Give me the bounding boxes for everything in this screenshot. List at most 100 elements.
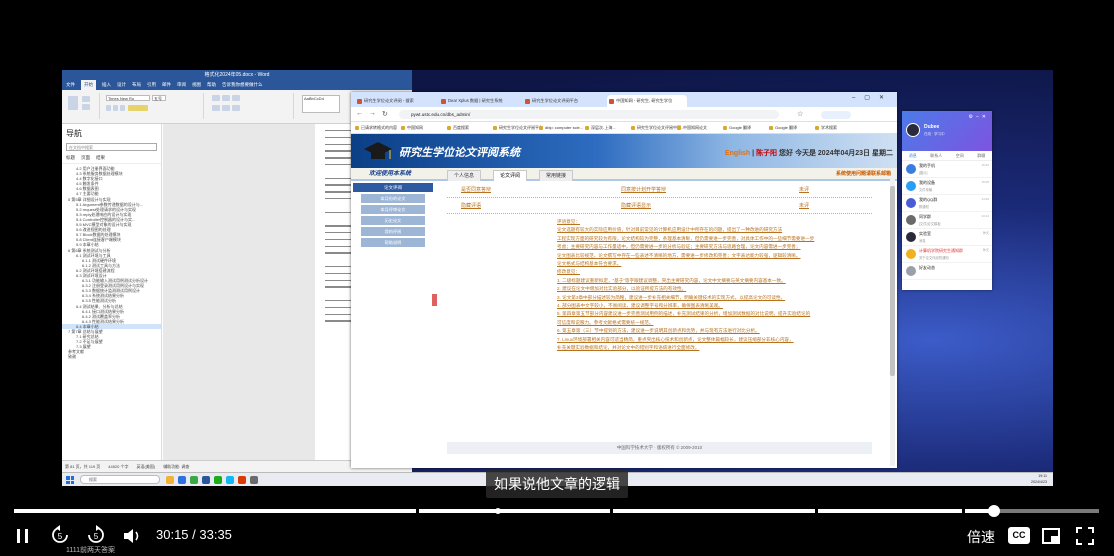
review-site: 研究生学位论文评阅系统 English | 陈子阳 您好 今天是 2024年04… — [351, 134, 897, 468]
word-tab: 布局 — [132, 82, 141, 87]
qq-list-item: 我的QQ群 群通知 14:30 — [902, 195, 992, 212]
nav-tabs: 标题 页面 结果 — [62, 153, 161, 164]
sidebar-collapse-handle — [432, 294, 437, 306]
forward-5s-icon[interactable]: 5 — [86, 525, 106, 545]
last-message: 消息 — [919, 239, 926, 243]
highlight-icon — [128, 105, 148, 111]
nav-search-input: 在文档中搜索 — [66, 143, 157, 151]
review-line: 5. 第四章第五节部分内容建议进一步完善测试用例的描述，补充测试结果的分析，增加… — [557, 311, 811, 317]
clock-date: 2024/4/23 — [1031, 479, 1047, 484]
browser-tab: 研究生学位论文评阅 - 搜索 — [355, 95, 435, 107]
graduation-cap-icon — [364, 142, 392, 159]
bookmark-item: Google 翻译 — [769, 124, 797, 132]
contact-name: 好友动态 — [919, 265, 935, 270]
message-time: 13:12 — [981, 214, 989, 218]
align-center-icon — [222, 105, 230, 111]
bold-icon — [106, 105, 111, 111]
qq-tabs: 消息 联系人 空间 群聊 — [902, 151, 992, 161]
review-line: 3. 论文第3章中部分描述较为简略，建议进一步补充相关细节，明确关键技术的实现方… — [557, 294, 786, 300]
font-name-box: Times New Ro — [106, 95, 150, 101]
qq-list-item: 好友动态 — [902, 263, 992, 280]
row-value: 隐藏评语显示 — [621, 203, 652, 209]
word-tab: 帮助 — [207, 82, 216, 87]
progress-bar[interactable] — [14, 505, 1102, 517]
site-footer: 中国科学技术大学 · 版权所有 © 2009-2010 — [447, 442, 872, 454]
site-title: 研究生学位论文评阅系统 — [399, 147, 520, 159]
review-line: 补充关键实验数据和结论，并对论文中的错别字和语病进行全面修改。 — [557, 345, 700, 351]
review-comments: 评语意见： 论文选题有较大的实际应用价值，针对目前常见的计算机应用设计中所存在的问… — [557, 218, 869, 438]
navigation-pane: 导航 在文档中搜索 标题 页面 结果 4.2 用户注册界面功能 4.3 系统服务数据处… — [62, 124, 162, 460]
review-line: 可信度和说服力。参考文献格式需要统一规范。 — [557, 319, 654, 325]
status-item: 第 81 页，共 119 页 — [65, 464, 101, 469]
table-row: 是否同意答辩 同意按计划开学答辩 未评 — [447, 184, 872, 198]
row-status: 未评 — [799, 187, 810, 193]
contact-name: 实验室 — [919, 231, 931, 236]
copy-icon — [82, 104, 90, 110]
qq-tab: 消息 — [908, 153, 917, 158]
qq-window: ⚙–✕ Dubee 在线 · 学习中 消息 联系人 空间 群聊 我的手机 [图片] 16:… — [902, 111, 992, 290]
back-icon: ← — [356, 110, 363, 117]
contact-avatar — [906, 164, 916, 174]
sidebar-item: 历史论文 — [361, 216, 425, 225]
message-time: 昨天 — [982, 248, 989, 252]
contact-avatar — [906, 198, 916, 208]
review-line: 评语意见： — [557, 219, 580, 224]
review-line: 7. Linux环境部署相关内容可适当精简，重点突出核心技术和创新点，论文整体篇… — [557, 336, 794, 342]
time-display: 30:15 / 33:35 — [156, 527, 232, 542]
nav-tab: 结果 — [96, 155, 105, 160]
align-right-icon — [232, 105, 240, 111]
progress-played — [613, 509, 816, 513]
word-tab: 视图 — [192, 82, 201, 87]
site-tab: 常用链接 — [539, 170, 574, 181]
contact-name: 我的手机 — [919, 163, 935, 168]
indent-icon — [232, 95, 240, 101]
progress-played — [14, 509, 416, 513]
site-tab: 个人信息 — [447, 170, 482, 181]
user-greeting: English | 陈子阳 您好 今天是 2024年04月23日 星期二 — [724, 150, 893, 157]
contact-avatar — [906, 232, 916, 242]
bottom-caption: 1111前两天答案 — [66, 547, 116, 554]
contact-avatar — [906, 266, 916, 276]
underline-icon — [120, 105, 125, 111]
browser-window: –▢✕ 研究生学位论文评阅 - 搜索 Dear Xplus 数据 | 研究生系统研… — [351, 92, 897, 468]
system-message: 系统使用问题请联系邮箱 — [835, 171, 891, 177]
nav-list: 4.2 用户注册界面功能 4.3 系统服务数据处理模块 4.4 数字化接口 4.5 触… — [62, 164, 161, 360]
last-message: 群通知 — [919, 205, 929, 209]
bookmark-item: 已请求转格式的内容 — [355, 124, 397, 132]
speed-button[interactable]: 倍速 — [967, 527, 995, 547]
message-time: 16:42 — [981, 163, 989, 167]
browser-tab: 中国知网 - 研究生, 研究生学位 — [607, 95, 687, 107]
picture-in-picture-icon[interactable] — [1041, 527, 1061, 545]
progress-knob[interactable] — [987, 505, 1000, 517]
bullets-icon — [212, 95, 220, 101]
pause-icon[interactable] — [14, 527, 32, 545]
avatar — [906, 123, 920, 137]
site-sidebar: 论文评阅 本月份的论文 本月评审论文 历史论文 我的评阅 帮助说明 — [353, 183, 433, 443]
review-line: 论文图表比较规范，论文撰写中存在一些表述不清晰的地方，需要进一步修改和完善；文字… — [557, 252, 801, 258]
bookmark-item: 研究生学位论文评阅平台 — [493, 124, 543, 132]
bookmark-item: 学术搜索 — [815, 124, 837, 132]
rewind-5s-icon[interactable]: 5 — [50, 525, 70, 545]
table-row: 隐藏评语 隐藏评语显示 未评 — [447, 200, 872, 214]
status-item: 44520 个字 — [108, 464, 129, 469]
last-message: [文件]论文模板 — [919, 222, 941, 226]
italic-icon — [113, 105, 118, 111]
word-tab: 插入 — [102, 82, 111, 87]
browser-tabstrip: –▢✕ 研究生学位论文评阅 - 搜索 Dear Xplus 数据 | 研究生系统研… — [351, 92, 897, 107]
word-tab: 邮件 — [162, 82, 171, 87]
word-ribbon-tabs: 文件 开始 插入 设计 布局 引用 邮件 审阅 视图 帮助 告诉我你想要做什么 — [62, 80, 412, 90]
cc-button[interactable]: CC — [1008, 527, 1030, 544]
video-frame[interactable]: 格式化2024年05.docx - Word 文件 开始 插入 设计 布局 引用 邮件 审阅 视… — [62, 70, 1053, 486]
message-time: 15:05 — [981, 180, 989, 184]
powerpoint-icon — [238, 476, 246, 484]
chapter-marker — [494, 508, 501, 514]
volume-icon[interactable] — [122, 527, 142, 545]
numbering-icon — [222, 95, 230, 101]
sidebar-items: 本月份的论文 本月评审论文 历史论文 我的评阅 帮助说明 — [353, 194, 433, 247]
bookmark-item: 中国知网 — [401, 124, 423, 132]
video-player[interactable]: 格式化2024年05.docx - Word 文件 开始 插入 设计 布局 引用 邮件 审阅 视… — [0, 0, 1114, 556]
svg-text:5: 5 — [94, 532, 99, 541]
cut-icon — [82, 96, 90, 102]
window-controls: –▢✕ — [851, 95, 893, 101]
fullscreen-icon[interactable] — [1075, 526, 1095, 546]
